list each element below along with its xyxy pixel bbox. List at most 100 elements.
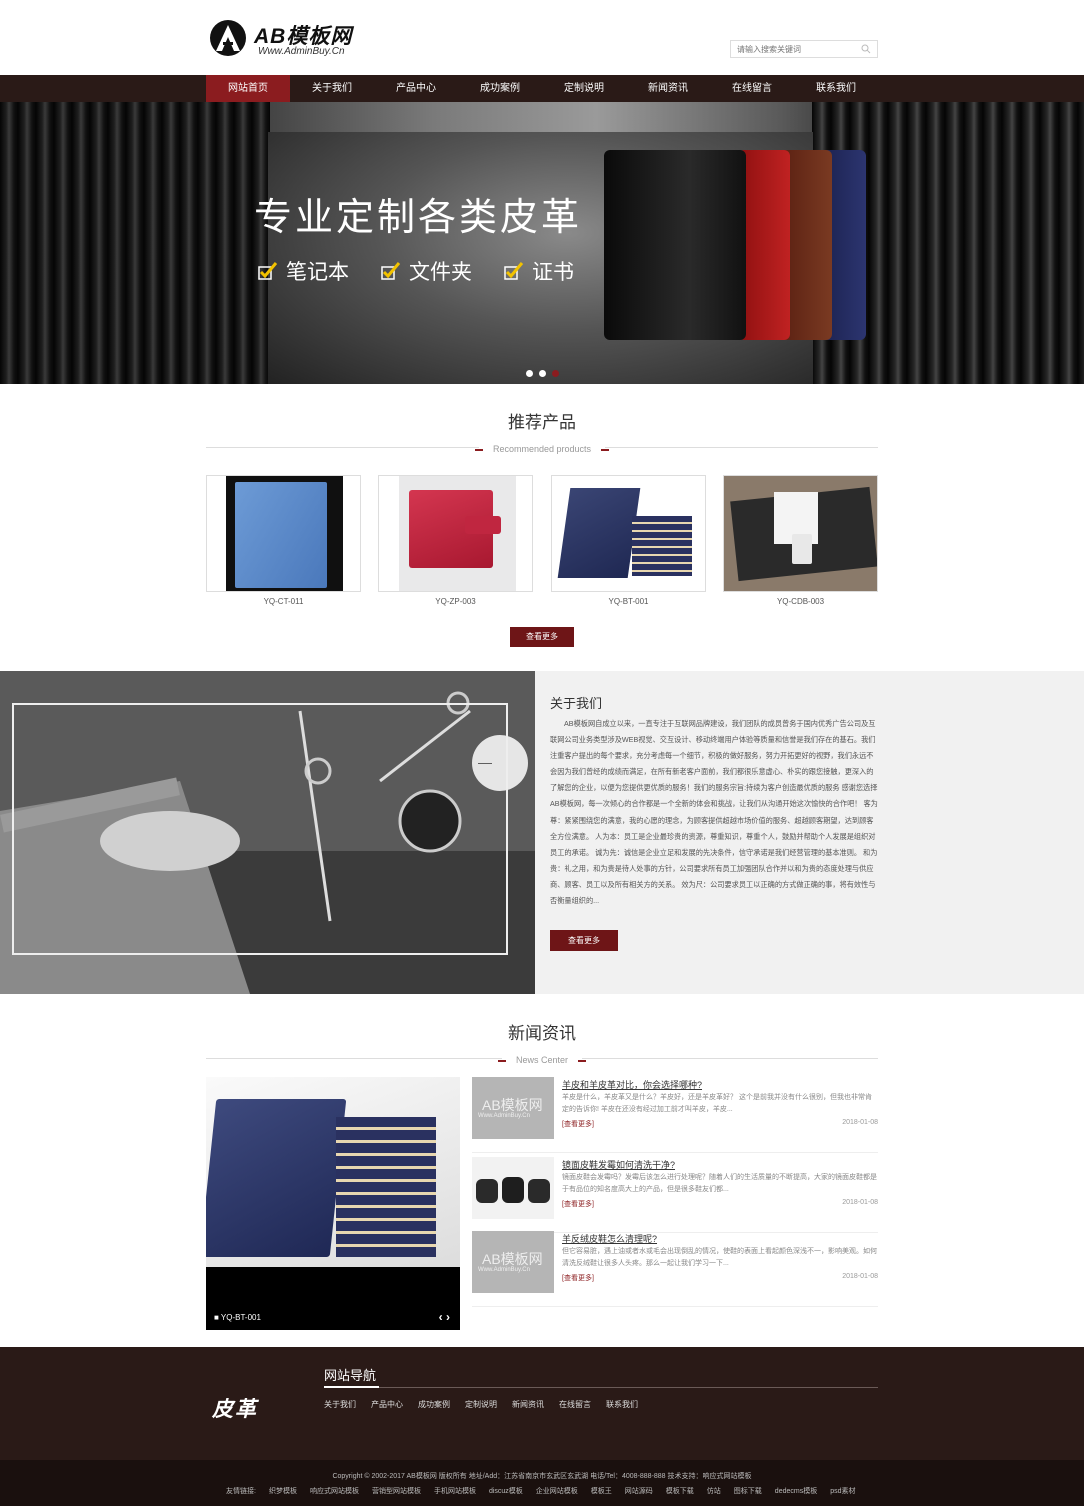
banner-feature-label: 证书 <box>532 261 574 284</box>
product-code: YQ-BT-001 <box>608 597 649 606</box>
friend-link[interactable]: 模板下载 <box>666 1486 694 1496</box>
friend-link[interactable]: 响应式网站模板 <box>310 1486 359 1496</box>
product-card[interactable]: YQ-CT-011 <box>206 475 361 606</box>
news-item-date: 2018-01-08 <box>842 1273 878 1280</box>
news-list-item[interactable]: AB模板网 Www.AdminBuy.Cn 羊皮和羊皮革对比，你会选择哪种? 羊皮… <box>472 1077 878 1153</box>
main-nav: 网站首页 关于我们 产品中心 成功案例 定制说明 新闻资讯 在线留言 联系我们 <box>0 75 1084 102</box>
news-item-title[interactable]: 羊反绒皮鞋怎么清理呢? <box>562 1232 657 1245</box>
products-subtitle: Recommended products <box>474 444 610 454</box>
nav-item-cases[interactable]: 成功案例 <box>458 75 542 102</box>
friend-link[interactable]: 图标下载 <box>734 1486 762 1496</box>
news-thumbnail[interactable]: AB模板网 Www.AdminBuy.Cn <box>472 1231 554 1293</box>
product-card[interactable]: YQ-BT-001 <box>551 475 706 606</box>
checkbox-check-icon <box>258 262 278 280</box>
news-item-more-link[interactable]: [查看更多] <box>562 1119 594 1129</box>
footer-link[interactable]: 成功案例 <box>418 1399 450 1410</box>
product-card[interactable]: YQ-CDB-003 <box>723 475 878 606</box>
friend-link[interactable]: dedecms模板 <box>775 1486 817 1496</box>
nav-item-news[interactable]: 新闻资讯 <box>626 75 710 102</box>
product-image[interactable] <box>551 475 706 592</box>
nav-item-custom[interactable]: 定制说明 <box>542 75 626 102</box>
products-section-title: 推荐产品 Recommended products <box>206 408 878 455</box>
about-more-button[interactable]: 查看更多 <box>550 930 618 951</box>
news-item-desc: 但它容易脏，遇上油或者水或毛会出现倒乱的情况，使鞋的表面上看起颜色深浅不一，影响… <box>562 1248 877 1267</box>
news-item-desc: 羊皮是什么，羊皮革又是什么？羊皮好，还是羊皮革好？ 这个是前我并没有什么很别，但… <box>562 1094 872 1113</box>
news-item-date: 2018-01-08 <box>842 1199 878 1206</box>
product-code: YQ-CDB-003 <box>776 597 825 606</box>
copyright-text: Copyright © 2002-2017 AB模板网 版权所有 地址/Add：… <box>332 1473 752 1480</box>
nav-item-message[interactable]: 在线留言 <box>710 75 794 102</box>
header: AB模板网 Www.AdminBuy.Cn <box>0 0 1084 75</box>
footer-link[interactable]: 联系我们 <box>606 1399 638 1410</box>
chevron-right-icon[interactable]: › <box>446 1310 450 1324</box>
nav-item-contact[interactable]: 联系我们 <box>794 75 878 102</box>
products-more-button[interactable]: 查看更多 <box>510 627 574 647</box>
news-section-title: 新闻资讯 News Center <box>206 1019 878 1066</box>
friend-link[interactable]: 模板王 <box>591 1486 612 1496</box>
hero-banner[interactable]: 专业定制各类皮革 笔记本 文件夹 证书 <box>0 102 1084 384</box>
news-feature-image[interactable] <box>206 1077 460 1267</box>
banner-feature-label: 文件夹 <box>409 261 472 284</box>
footer-link[interactable]: 在线留言 <box>559 1399 591 1410</box>
friend-link[interactable]: 网站源码 <box>625 1486 653 1496</box>
footer-links: 关于我们 产品中心 成功案例 定制说明 新闻资讯 在线留言 联系我们 <box>324 1399 638 1410</box>
banner-dot[interactable] <box>526 370 533 377</box>
nav-item-home[interactable]: 网站首页 <box>206 75 290 102</box>
footer: 皮革 网站导航 关于我们 产品中心 成功案例 定制说明 新闻资讯 在线留言 联系… <box>0 1347 1084 1460</box>
footer-divider <box>324 1386 878 1388</box>
friend-link[interactable]: psd素材 <box>830 1486 855 1496</box>
search-input[interactable] <box>731 41 851 58</box>
banner-dot[interactable] <box>539 370 546 377</box>
news-list-item[interactable]: 镜面皮鞋发霉如何清洗干净? 镜面皮鞋会发霉吗？发霉后该怎么进行处理呢？随着人们的… <box>472 1157 878 1233</box>
news-subtitle: News Center <box>497 1055 587 1065</box>
banner-feature-label: 笔记本 <box>286 261 349 284</box>
footer-link[interactable]: 定制说明 <box>465 1399 497 1410</box>
friend-link[interactable]: 仿站 <box>707 1486 721 1496</box>
search-icon[interactable] <box>861 44 871 54</box>
checkbox-check-icon <box>504 262 524 280</box>
product-image[interactable] <box>378 475 533 592</box>
friend-link[interactable]: 织梦模板 <box>269 1486 297 1496</box>
news-item-desc: 镜面皮鞋会发霉吗？发霉后该怎么进行处理呢？随着人们的生活质量的不断提高，大家的镜… <box>562 1174 877 1193</box>
news-thumbnail[interactable]: AB模板网 Www.AdminBuy.Cn <box>472 1077 554 1139</box>
friend-link[interactable]: discuz模板 <box>489 1486 523 1496</box>
friend-link[interactable]: 营销型网站模板 <box>372 1486 421 1496</box>
footer-link[interactable]: 产品中心 <box>371 1399 403 1410</box>
news-item-more-link[interactable]: [查看更多] <box>562 1273 594 1283</box>
news-item-more-link[interactable]: [查看更多] <box>562 1199 594 1209</box>
chevron-left-icon[interactable]: ‹ <box>439 1310 443 1324</box>
footer-link[interactable]: 新闻资讯 <box>512 1399 544 1410</box>
banner-pagination <box>526 370 559 377</box>
nav-item-about[interactable]: 关于我们 <box>290 75 374 102</box>
news-feature-slider[interactable]: ■ YQ-BT-001 ‹ › <box>206 1077 460 1330</box>
footer-logo: 皮革 <box>212 1398 258 1421</box>
news-item-date: 2018-01-08 <box>842 1119 878 1126</box>
news-item-title[interactable]: 镜面皮鞋发霉如何清洗干净? <box>562 1158 675 1171</box>
about-text: AB模板网自成立以来，一直专注于互联网品牌建设，我们团队的成员曾务于国内优秀广告… <box>550 719 878 906</box>
curtain-left <box>0 102 270 384</box>
banner-feature: 笔记本 <box>258 256 349 286</box>
product-image[interactable] <box>206 475 361 592</box>
product-card[interactable]: YQ-ZP-003 <box>378 475 533 606</box>
news-thumbnail[interactable] <box>472 1157 554 1219</box>
nav-item-products[interactable]: 产品中心 <box>374 75 458 102</box>
checkbox-check-icon <box>381 262 401 280</box>
banner-leather-folders-image <box>604 150 866 340</box>
site-logo[interactable]: AB模板网 Www.AdminBuy.Cn <box>210 20 380 60</box>
product-image[interactable] <box>723 475 878 592</box>
copyright-bar: Copyright © 2002-2017 AB模板网 版权所有 地址/Add：… <box>0 1460 1084 1506</box>
friend-link[interactable]: 企业网站模板 <box>536 1486 578 1496</box>
about-section: — <box>0 671 1084 994</box>
footer-link[interactable]: 关于我们 <box>324 1399 356 1410</box>
banner-title: 专业定制各类皮革 <box>254 195 583 239</box>
friend-links-label: 友情链接: <box>226 1488 256 1495</box>
about-title: 关于我们 <box>550 696 603 711</box>
news-item-title[interactable]: 羊皮和羊皮革对比，你会选择哪种? <box>562 1078 702 1091</box>
products-title: 推荐产品 <box>508 413 576 432</box>
folder-black <box>604 150 746 340</box>
news-list-item[interactable]: AB模板网 Www.AdminBuy.Cn 羊反绒皮鞋怎么清理呢? 但它容易脏，遇… <box>472 1231 878 1307</box>
news-feature-caption: ■ YQ-BT-001 <box>214 1313 261 1322</box>
banner-dot-active[interactable] <box>552 370 559 377</box>
friend-link[interactable]: 手机网站模板 <box>434 1486 476 1496</box>
about-image: — <box>0 671 535 994</box>
